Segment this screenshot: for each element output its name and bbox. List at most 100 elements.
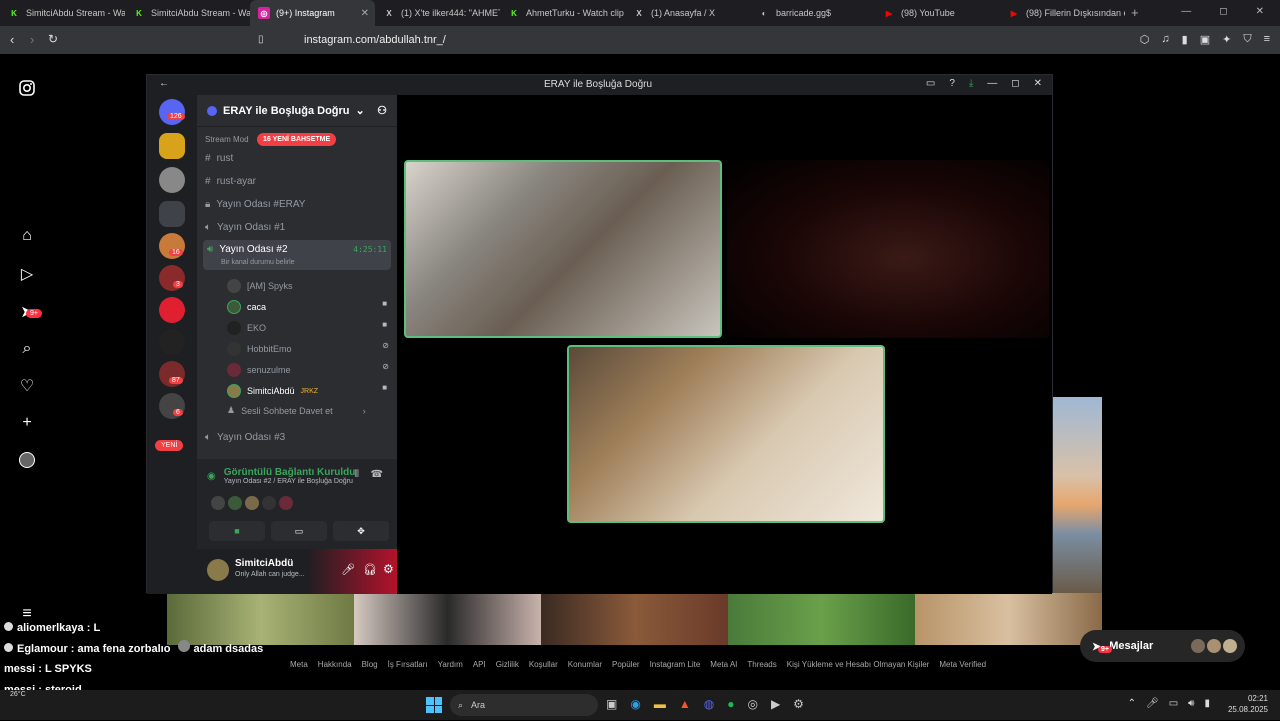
profile-avatar[interactable] — [17, 450, 37, 470]
menu-icon[interactable]: ≡ — [1264, 33, 1270, 46]
avatar[interactable] — [211, 496, 225, 510]
microphone-icon[interactable]: 🎤︎ — [1146, 698, 1159, 709]
bookmark-icon[interactable]: ▯ — [258, 34, 264, 45]
battery-icon[interactable]: ▮ — [1204, 698, 1210, 709]
home-icon[interactable]: ⌂ — [17, 226, 37, 246]
music-icon[interactable]: ♫ — [1161, 33, 1169, 46]
voice-member[interactable]: EKO — [227, 321, 266, 335]
steam-icon[interactable]: ◎ — [747, 697, 757, 711]
footer-link[interactable]: Instagram Lite — [650, 660, 701, 669]
footer-link[interactable]: Kişi Yükleme ve Hesabı Olmayan Kişiler — [787, 660, 930, 669]
server-header[interactable]: ERAY ile Boşluğa Doğru ⌄ ⚇ — [197, 95, 397, 127]
gallery-image[interactable] — [915, 593, 1102, 645]
channel-yayin-eray[interactable]: 🔒︎ Yayın Odası #ERAY — [205, 199, 305, 210]
maximize-icon[interactable]: ◻ — [1219, 6, 1227, 17]
extension-icon[interactable]: ⬡ — [1140, 33, 1150, 46]
footer-link[interactable]: Meta Verified — [939, 660, 986, 669]
edge-icon[interactable]: ◉ — [630, 697, 640, 711]
search-icon[interactable]: ⌕ — [17, 339, 37, 359]
post-image[interactable] — [1052, 397, 1102, 593]
disconnect-icon[interactable]: ☎ — [371, 469, 383, 480]
server-icon[interactable] — [159, 167, 185, 193]
minimize-icon[interactable]: — — [1181, 6, 1191, 17]
server-icon[interactable] — [159, 329, 185, 355]
browser-tab[interactable]: K AhmetTurku - Watch clip — [500, 0, 625, 26]
avatar[interactable] — [245, 496, 259, 510]
server-icon[interactable] — [159, 297, 185, 323]
reload-icon[interactable]: ↻ — [48, 32, 58, 46]
wallet-icon[interactable]: ▣ — [1200, 33, 1210, 46]
taskbar-search[interactable]: ⌕ Ara — [450, 694, 598, 716]
browser-tab[interactable]: X (1) X'te ilker444: "AHMET — [375, 0, 500, 26]
footer-link[interactable]: Threads — [747, 660, 776, 669]
footer-link[interactable]: Popüler — [612, 660, 640, 669]
gallery-image[interactable] — [541, 593, 728, 645]
media-player-icon[interactable]: ▶ — [771, 697, 780, 711]
volume-icon[interactable]: 🔊︎ — [1188, 698, 1194, 709]
voice-member[interactable]: HobbitEmo — [227, 342, 292, 356]
voice-location[interactable]: Yayın Odası #2 / ERAY ile Boşluğa Doğru — [224, 478, 356, 485]
file-explorer-icon[interactable]: ▬ — [654, 697, 666, 711]
channel-rust[interactable]: # rust — [205, 153, 233, 164]
avatar[interactable] — [279, 496, 293, 510]
folder-icon[interactable] — [159, 201, 185, 227]
browser-tab[interactable]: ▶ (98) YouTube — [875, 0, 1000, 26]
browser-tab-active[interactable]: ◎ (9+) Instagram ✕ — [250, 0, 375, 26]
headphones-icon[interactable]: 🎧︎ — [363, 563, 377, 576]
footer-link[interactable]: Yardım — [438, 660, 463, 669]
video-tile[interactable] — [404, 160, 722, 338]
noise-suppression-icon[interactable]: ⦀ — [355, 469, 359, 480]
video-tile[interactable] — [567, 345, 885, 523]
forward-icon[interactable]: › — [30, 32, 34, 47]
clock[interactable]: 02:21 25.08.2025 — [1228, 693, 1268, 715]
voice-member[interactable]: senuzulme — [227, 363, 291, 377]
settings-gear-icon[interactable]: ⚙ — [383, 562, 394, 576]
avatar[interactable] — [228, 496, 242, 510]
task-view-icon[interactable]: ▣ — [606, 697, 617, 711]
gallery-image[interactable] — [354, 593, 541, 645]
chevron-up-icon[interactable]: ⌃ — [1128, 698, 1136, 709]
voice-member[interactable]: [AM] Spyks — [227, 279, 293, 293]
url-bar[interactable]: instagram.com/abdullah.tnr_/ — [280, 30, 1000, 50]
invite-to-voice[interactable]: ♟ Sesli Sohbete Davet et › — [227, 405, 366, 416]
discord-home-icon[interactable] — [159, 99, 185, 125]
browser-tab[interactable]: X (1) Anasayfa / X — [625, 0, 750, 26]
reels-icon[interactable]: ▷ — [17, 264, 37, 284]
footer-link[interactable]: Hakkında — [318, 660, 352, 669]
server-icon[interactable] — [159, 133, 185, 159]
channel-yayin-2[interactable]: 🔊︎ Yayın Odası #2 — [207, 244, 288, 255]
footer-link[interactable]: Blog — [362, 660, 378, 669]
windows-start-icon[interactable] — [426, 697, 442, 713]
maximize-icon[interactable]: ◻ — [1011, 78, 1019, 89]
spotify-icon[interactable]: ● — [727, 697, 734, 711]
avatar[interactable] — [262, 496, 276, 510]
footer-link[interactable]: İş Fırsatları — [388, 660, 428, 669]
download-icon[interactable]: ⤓ — [969, 78, 973, 89]
signal-icon[interactable]: ◉ — [207, 471, 216, 482]
settings-icon[interactable]: ⚙ — [793, 697, 804, 711]
footer-link[interactable]: Gizlilik — [496, 660, 519, 669]
footer-link[interactable]: Meta — [290, 660, 308, 669]
user-avatar[interactable] — [207, 559, 229, 581]
new-tab-button[interactable]: + — [1125, 0, 1145, 26]
messages-button[interactable]: ➤ 9+ Mesajlar — [1080, 630, 1245, 662]
channel-status[interactable]: Bir kanal durumu belirle — [221, 259, 295, 266]
voice-member[interactable]: SimitciAbdü JRKZ — [227, 384, 318, 398]
network-icon[interactable]: ▭ — [1169, 698, 1178, 709]
discord-icon[interactable]: ◍ — [704, 697, 714, 711]
gallery-image[interactable] — [728, 593, 915, 645]
footer-link[interactable]: API — [473, 660, 486, 669]
microphone-icon[interactable]: 🎤︎ — [341, 563, 355, 576]
minimize-icon[interactable]: — — [987, 78, 997, 89]
camera-button[interactable]: ■ — [209, 521, 265, 541]
heart-icon[interactable]: ♡ — [17, 376, 37, 396]
channel-rust-ayar[interactable]: # rust-ayar — [205, 176, 256, 187]
screen-share-button[interactable]: ▭ — [271, 521, 327, 541]
channel-yayin-3[interactable]: 🔈︎ Yayın Odası #3 — [205, 432, 285, 443]
close-icon[interactable]: ✕ — [1256, 6, 1264, 17]
shield-icon[interactable]: ⛉ — [1243, 33, 1251, 46]
close-icon[interactable]: ✕ — [1034, 78, 1042, 89]
inbox-icon[interactable]: ▭ — [926, 78, 935, 89]
ai-icon[interactable]: ✦ — [1222, 33, 1231, 46]
video-tile[interactable] — [727, 160, 1049, 338]
